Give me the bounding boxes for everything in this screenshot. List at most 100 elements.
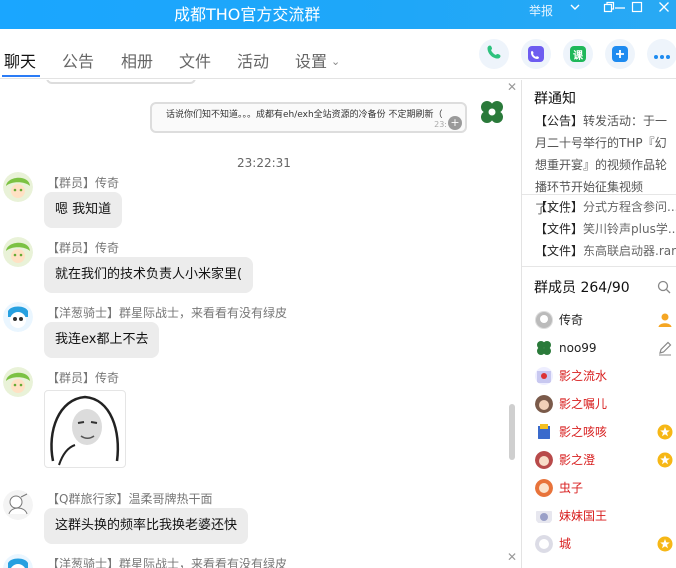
members-title: 群成员 [534,280,576,296]
previous-message-edge [46,80,196,84]
star-icon [657,536,673,552]
member-name: 影之咳咳 [559,425,608,439]
file-tag: 【文件】 [535,222,584,236]
notice-tag: 【公告】 [535,114,584,128]
message-sender: 【群员】传奇 [47,176,120,190]
avatar[interactable] [3,302,33,332]
avatar [535,479,553,497]
chevron-down-icon[interactable] [564,0,586,22]
search-icon[interactable] [657,279,671,298]
member-item[interactable]: noo99 [535,337,675,359]
message-sender: 【群员】传奇 [47,241,120,255]
course-button[interactable]: 课 [563,39,593,69]
member-name: 传奇 [559,313,584,327]
phone-icon [486,44,502,64]
maximize-icon[interactable] [626,0,648,22]
tab-files[interactable]: 文件 [179,48,211,72]
avatar[interactable] [3,237,33,267]
chat-scrollbar[interactable] [509,404,515,460]
member-item[interactable]: 虫子 [535,477,675,499]
close-icon[interactable]: ✕ [507,80,517,94]
close-icon[interactable] [653,0,675,22]
member-item[interactable]: 城 [535,533,675,555]
message-timestamp: 23:22:31 [237,156,291,170]
tab-settings[interactable]: 设置 ⌄ [295,48,340,72]
qq-group-chat-window: 成都THO官方交流群 举报 聊天 公告 相册 文件 活动 设置 ⌄ 课 ✕ 话说… [0,0,676,568]
add-app-icon [612,46,628,62]
tab-chat[interactable]: 聊天 [4,48,36,72]
report-button[interactable]: 举报 [529,2,553,19]
chat-message-area[interactable]: ✕ 话说你们知不知道。。。成都有eh/exh全站资源的冷备份 不定期刷新（ 23… [0,80,521,568]
file-name: 笑川铃声plus学... [583,222,676,236]
avatar [535,395,553,413]
member-item[interactable]: 影之澄 [535,449,675,471]
avatar[interactable] [3,172,33,202]
divider [522,266,676,267]
tab-announcement[interactable]: 公告 [62,48,94,72]
member-item[interactable]: 妹妹国王 [535,505,675,527]
avatar [535,367,553,385]
star-icon [657,452,673,468]
quoted-message-text: 话说你们知不知道。。。成都有eh/exh全站资源的冷备份 不定期刷新（ [166,110,443,120]
message-bubble[interactable]: 嗯 我知道 [44,192,123,228]
message-sender: 【洋葱骑士】群星际战士，来看看有没有绿皮 [47,306,288,320]
file-name: 东高联启动器.rar [583,244,676,258]
tab-settings-label: 设置 [295,52,328,71]
course-icon: 课 [570,46,586,62]
notice-heading: 群通知 [534,91,576,107]
edit-icon[interactable] [657,340,673,356]
file-tag: 【文件】 [535,244,584,258]
zoom-icon[interactable]: + [448,116,462,130]
message-sender: 【群员】传奇 [47,371,120,385]
add-app-button[interactable] [605,39,635,69]
sticker-image[interactable] [44,390,126,468]
member-name: 影之嘱儿 [559,397,608,411]
file-tag: 【文件】 [535,200,584,214]
divider [522,194,676,195]
more-button[interactable] [647,39,676,69]
message-sender: 【Q群旅行家】温柔哥牌热干面 [47,492,213,506]
group-info-panel: 群通知 【公告】转发活动：于一月二十号举行的THP『幻想重开宴』的视频作品轮播环… [521,80,676,568]
video-call-button[interactable] [521,39,551,69]
avatar [535,535,553,553]
file-item[interactable]: 【文件】分式方程含参问... [535,196,676,218]
message-bubble[interactable]: 我连ex都上不去 [44,322,160,358]
member-item[interactable]: 影之嘱儿 [535,393,675,415]
avatar[interactable] [3,490,33,520]
window-title: 成都THO官方交流群 [174,5,321,24]
member-name: 影之流水 [559,369,608,383]
message-bubble[interactable]: 就在我们的技术负责人小米家里( [44,257,254,293]
file-list: 【文件】分式方程含参问... 【文件】笑川铃声plus学... 【文件】东高联启… [535,196,676,262]
tab-activity[interactable]: 活动 [237,48,269,72]
more-icon [653,45,671,64]
avatar[interactable] [3,554,33,568]
member-count: 264/90 [580,280,630,296]
member-item[interactable]: 传奇 [535,309,675,331]
member-name: 城 [559,537,572,551]
close-icon[interactable]: ✕ [507,550,517,564]
member-name: noo99 [559,341,597,355]
avatar [535,339,553,357]
member-item[interactable]: 影之咳咳 [535,421,675,443]
star-icon [657,424,673,440]
quoted-message-time: 23: [434,120,447,129]
avatar[interactable] [3,367,33,397]
quoted-message-card[interactable]: 话说你们知不知道。。。成都有eh/exh全站资源的冷备份 不定期刷新（ 23: … [150,102,467,133]
avatar [535,451,553,469]
file-item[interactable]: 【文件】笑川铃声plus学... [535,218,676,240]
member-name: 虫子 [559,481,584,495]
active-tab-indicator [2,75,40,77]
message-sender: 【洋葱骑士】群星际战士，来看看有没有绿皮 [47,557,288,568]
member-name: 妹妹国王 [559,509,608,523]
message-bubble[interactable]: 这群头换的频率比我换老婆还快 [44,508,249,544]
title-bar: 成都THO官方交流群 举报 [0,0,676,29]
file-item[interactable]: 【文件】东高联启动器.rar [535,240,676,262]
member-item[interactable]: 影之流水 [535,365,675,387]
chevron-down-icon: ⌄ [331,55,341,68]
avatar [535,311,553,329]
avatar[interactable] [478,98,506,126]
member-name: 影之澄 [559,453,596,467]
avatar [535,507,553,525]
tab-album[interactable]: 相册 [121,48,153,72]
voice-call-button[interactable] [479,39,509,69]
